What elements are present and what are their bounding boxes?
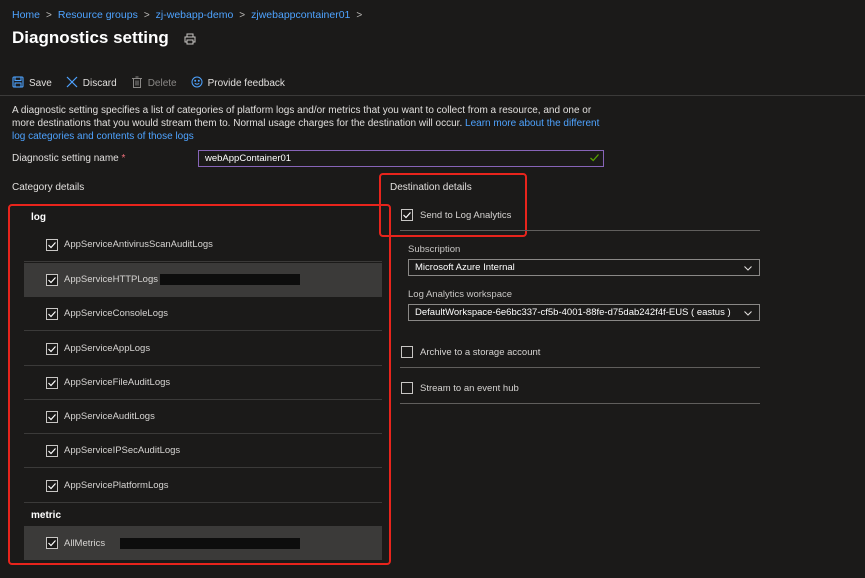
log-row-app[interactable]: AppServiceAppLogs [24,332,382,366]
subscription-dropdown[interactable]: Microsoft Azure Internal [408,259,760,276]
breadcrumb-separator: > [239,9,246,21]
archive-to-storage[interactable]: Archive to a storage account [401,346,540,358]
checkmark-icon [48,447,56,454]
save-icon [12,75,24,91]
log-checkbox[interactable] [46,273,58,286]
redaction-bar [160,274,300,285]
required-mark: * [121,153,126,164]
category-details-title: Category details [12,182,85,193]
breadcrumb-resource-groups[interactable]: Resource groups [58,9,138,21]
checkmark-icon [48,413,56,420]
checkmark-icon [48,310,56,317]
feedback-icon [191,76,203,91]
delete-button[interactable]: Delete [131,76,177,91]
checkmark-icon [589,152,600,163]
breadcrumb-separator: > [46,9,52,21]
log-row-antivirus-scan-audit[interactable]: AppServiceAntivirusScanAuditLogs [24,228,382,262]
print-icon[interactable] [184,33,196,45]
discard-label: Discard [82,77,117,89]
breadcrumb-resource[interactable]: zjwebappcontainer01 [251,9,350,21]
breadcrumb-resource-group[interactable]: zj-webapp-demo [156,9,234,21]
metric-label: AllMetrics [64,537,106,549]
checkmark-icon [48,345,56,352]
checkmark-icon [403,212,411,219]
breadcrumb-separator: > [143,9,150,21]
discard-icon [66,76,78,91]
workspace-label: Log Analytics workspace [408,289,513,300]
log-label: AppServiceAppLogs [64,343,151,354]
log-checkbox[interactable] [46,376,58,389]
page-title: Diagnostics setting [12,28,169,47]
divider [400,403,760,404]
send-to-log-analytics-checkbox[interactable] [401,209,413,221]
log-checkbox[interactable] [46,307,58,320]
metric-checkbox[interactable] [46,537,58,549]
setting-name-label: Diagnostic setting name * [12,153,125,164]
event-hub-checkbox[interactable] [401,382,413,394]
log-checkbox[interactable] [46,410,58,423]
send-to-log-analytics[interactable]: Send to Log Analytics [401,209,511,221]
redaction-bar [120,538,300,549]
log-label: AppServiceConsoleLogs [64,308,169,319]
breadcrumb-home[interactable]: Home [12,9,40,21]
log-checkbox[interactable] [46,342,58,355]
log-label: AppServiceAuditLogs [64,411,155,422]
log-label: AppServiceAntivirusScanAuditLogs [64,239,213,250]
metric-group-heading: metric [31,510,62,521]
log-label: AppServiceIPSecAuditLogs [64,445,181,456]
checkmark-icon [48,379,56,386]
delete-label: Delete [147,77,177,89]
toolbar-divider [0,95,865,96]
chevron-down-icon [744,265,752,271]
description: A diagnostic setting specifies a list of… [12,104,612,143]
breadcrumb-separator: > [356,9,363,21]
log-row-audit[interactable]: AppServiceAuditLogs [24,400,382,434]
log-checkbox[interactable] [46,238,58,251]
stream-to-event-hub[interactable]: Stream to an event hub [401,382,519,394]
subscription-value: Microsoft Azure Internal [415,262,515,273]
setting-name-label-text: Diagnostic setting name [12,153,119,164]
checkmark-icon [48,482,56,489]
divider [400,367,760,368]
log-label: AppServiceHTTPLogs [64,274,158,285]
save-button[interactable]: Save [12,75,52,91]
divider [400,230,760,231]
delete-icon [131,76,143,91]
chevron-down-icon [744,310,752,316]
workspace-value: DefaultWorkspace-6e6bc337-cf5b-4001-88fe… [415,307,731,318]
log-row-file-audit[interactable]: AppServiceFileAuditLogs [24,366,382,400]
archive-label: Archive to a storage account [420,346,541,358]
archive-checkbox[interactable] [401,346,413,358]
command-bar: Save Discard Delete Provide feedback [12,74,299,92]
log-row-ipsec-audit[interactable]: AppServiceIPSecAuditLogs [24,434,382,468]
checkmark-icon [48,276,56,283]
provide-feedback-button[interactable]: Provide feedback [191,76,285,91]
event-hub-label: Stream to an event hub [420,382,519,394]
log-label: AppServicePlatformLogs [64,480,169,491]
subscription-label: Subscription [408,244,461,255]
send-to-log-analytics-label: Send to Log Analytics [420,209,512,221]
checkmark-icon [48,540,56,547]
destination-details-title: Destination details [390,182,472,193]
log-checkbox[interactable] [46,444,58,457]
workspace-dropdown[interactable]: DefaultWorkspace-6e6bc337-cf5b-4001-88fe… [408,304,760,321]
setting-name-input[interactable] [198,150,604,167]
log-group-heading: log [31,212,46,223]
discard-button[interactable]: Discard [66,76,117,91]
feedback-label: Provide feedback [207,77,285,89]
log-checkbox[interactable] [46,479,58,492]
log-label: AppServiceFileAuditLogs [64,377,171,388]
breadcrumb: Home > Resource groups > zj-webapp-demo … [12,8,362,22]
log-row-console[interactable]: AppServiceConsoleLogs [24,297,382,331]
save-label: Save [29,77,52,89]
checkmark-icon [48,241,56,248]
log-row-platform[interactable]: AppServicePlatformLogs [24,469,382,503]
